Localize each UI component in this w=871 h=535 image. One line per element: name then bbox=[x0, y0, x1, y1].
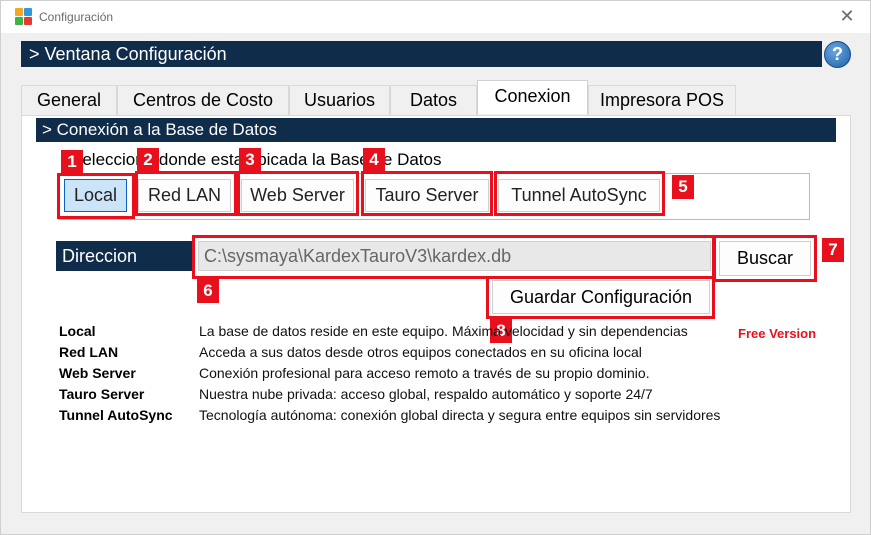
description-name: Web Server bbox=[59, 365, 136, 381]
title-bar: Configuración ✕ bbox=[1, 1, 870, 33]
tab-general[interactable]: General bbox=[21, 85, 117, 115]
highlight-box-3 bbox=[237, 171, 359, 216]
description-text: Tecnología autónoma: conexión global dir… bbox=[199, 407, 721, 423]
app-logo-icon bbox=[15, 8, 32, 25]
help-icon[interactable]: ? bbox=[824, 41, 851, 68]
description-name: Tunnel AutoSync bbox=[59, 407, 173, 423]
config-window: Configuración ✕ > Ventana Configuración … bbox=[0, 0, 871, 535]
badge-4: 4 bbox=[363, 148, 385, 172]
highlight-box-7 bbox=[713, 235, 817, 282]
tab-centros-de-costo[interactable]: Centros de Costo bbox=[117, 85, 289, 115]
badge-6: 6 bbox=[197, 279, 219, 303]
highlight-box-1 bbox=[57, 173, 135, 219]
section-header: > Conexión a la Base de Datos bbox=[36, 118, 836, 142]
window-title: Configuración bbox=[39, 10, 114, 24]
highlight-box-4 bbox=[361, 171, 493, 216]
description-name: Tauro Server bbox=[59, 386, 145, 402]
highlight-box-2 bbox=[135, 171, 237, 216]
direccion-label: Direccion bbox=[56, 241, 195, 271]
highlight-box-6 bbox=[192, 235, 715, 279]
description-text: Conexión profesional para acceso remoto … bbox=[199, 365, 650, 381]
description-text: Acceda a sus datos desde otros equipos c… bbox=[199, 344, 642, 360]
highlight-box-8 bbox=[486, 276, 715, 319]
tab-conexion-active[interactable]: Conexion bbox=[477, 80, 588, 114]
description-name: Local bbox=[59, 323, 96, 339]
highlight-box-5 bbox=[494, 171, 665, 216]
tab-impresora-pos[interactable]: Impresora POS bbox=[588, 85, 736, 115]
badge-7: 7 bbox=[822, 238, 844, 262]
description-name: Red LAN bbox=[59, 344, 119, 360]
badge-5: 5 bbox=[672, 175, 694, 199]
free-version-label: Free Version bbox=[738, 326, 817, 341]
description-text: La base de datos reside en este equipo. … bbox=[199, 323, 688, 339]
badge-3: 3 bbox=[239, 148, 261, 172]
tab-usuarios[interactable]: Usuarios bbox=[289, 85, 390, 115]
badge-1: 1 bbox=[61, 150, 83, 174]
close-icon[interactable]: ✕ bbox=[834, 5, 860, 29]
badge-2: 2 bbox=[137, 148, 159, 172]
page-header: > Ventana Configuración bbox=[21, 41, 822, 67]
description-text: Nuestra nube privada: acceso global, res… bbox=[199, 386, 653, 402]
tab-datos[interactable]: Datos bbox=[390, 85, 477, 115]
